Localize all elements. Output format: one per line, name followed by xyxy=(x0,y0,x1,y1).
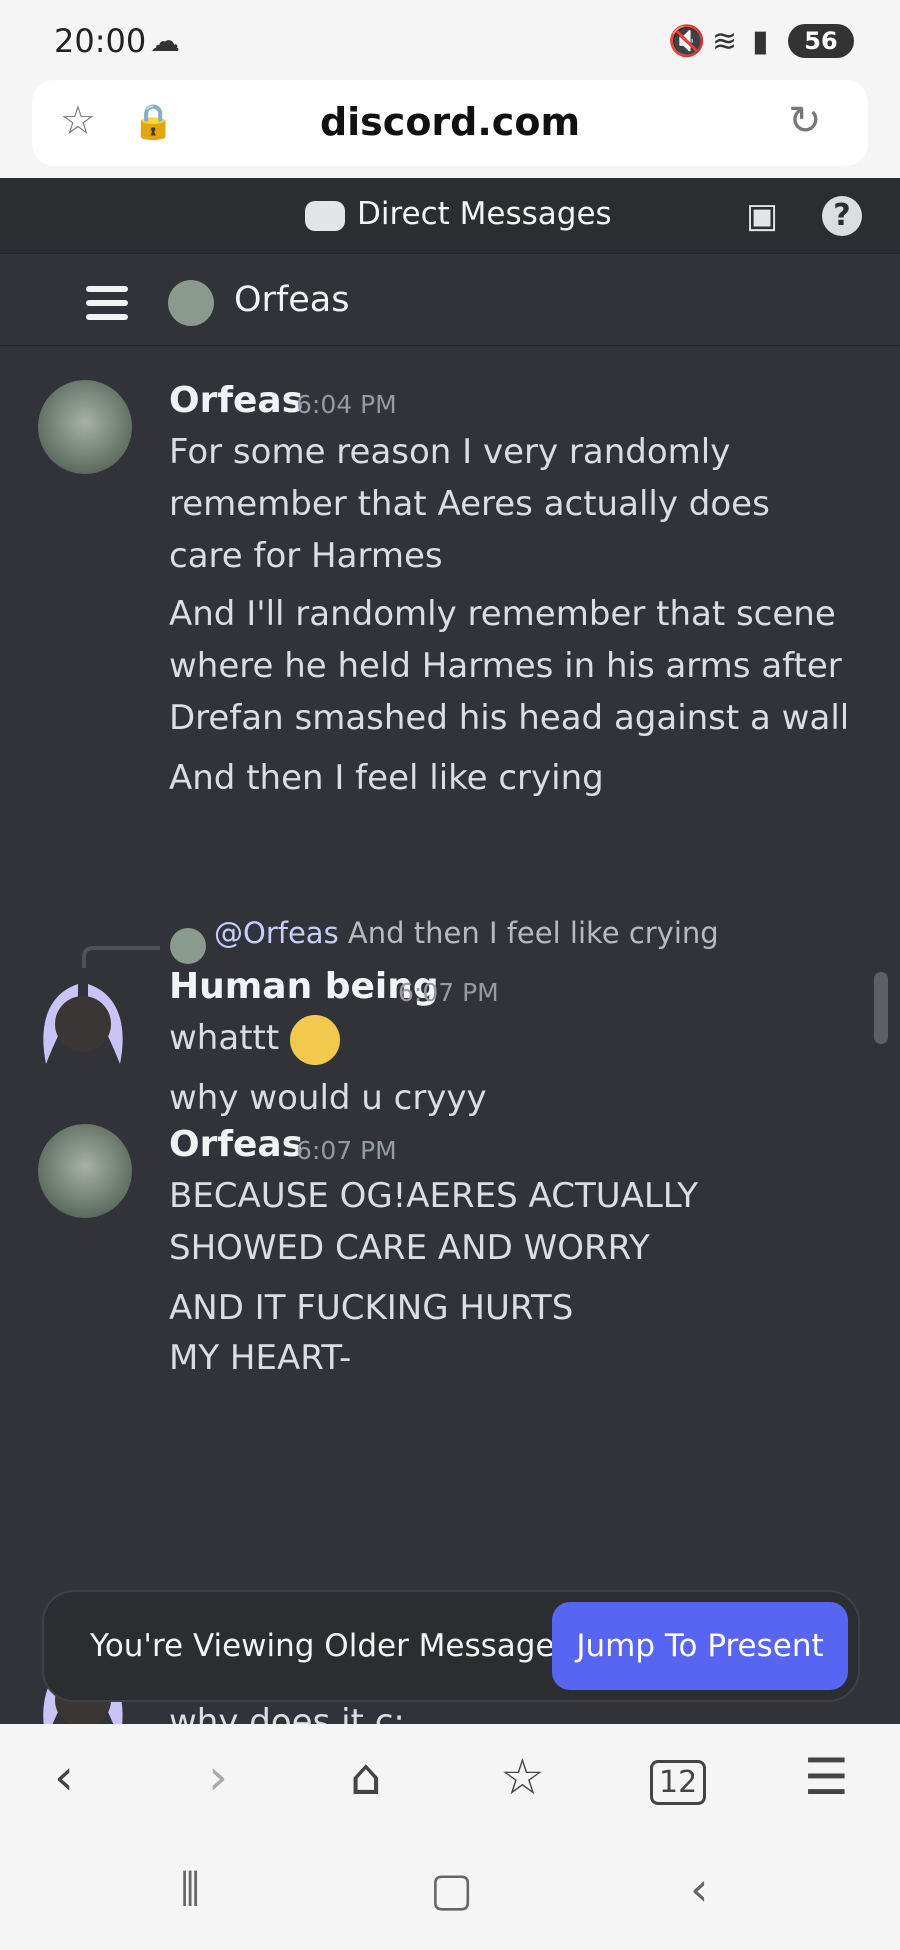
avatar[interactable] xyxy=(38,380,132,474)
older-messages-banner: You're Viewing Older Messages Jump To Pr… xyxy=(42,1590,860,1702)
message-list[interactable]: Orfeas 6:04 PM For some reason I very ra… xyxy=(0,346,900,1750)
message-line: AND IT FUCKING HURTS xyxy=(169,1288,574,1328)
message-time: 6:07 PM xyxy=(398,978,499,1007)
message-author[interactable]: Orfeas xyxy=(169,1124,303,1165)
avatar[interactable] xyxy=(38,1124,132,1218)
message-line: care for Harmes xyxy=(169,536,443,576)
pleading-face-icon xyxy=(290,1014,340,1065)
avatar[interactable] xyxy=(168,280,214,326)
reply-mention: @Orfeas xyxy=(214,916,339,950)
message-line: Drefan smashed his head against a wall xyxy=(169,698,850,738)
home-icon[interactable]: ⌂ xyxy=(350,1748,382,1806)
message-author[interactable]: Orfeas xyxy=(169,380,303,421)
message-line: And then I feel like crying xyxy=(169,758,604,798)
message-line: remember that Aeres actually does xyxy=(169,484,770,524)
bookmarks-icon[interactable]: ☆ xyxy=(500,1748,545,1806)
message-line: And I'll randomly remember that scene xyxy=(169,594,836,634)
status-bar: 20:00 ☁ 🔇 ≋ ▮ 56 xyxy=(0,0,900,80)
inbox-icon[interactable]: ▣ xyxy=(742,196,782,236)
channel-name[interactable]: Orfeas xyxy=(234,280,349,320)
message-line: where he held Harmes in his arms after xyxy=(169,646,842,686)
channel-bar: Orfeas xyxy=(0,254,900,346)
system-back-icon[interactable]: ‹ xyxy=(690,1862,708,1916)
reply-avatar xyxy=(170,928,206,964)
jump-to-present-button[interactable]: Jump To Present xyxy=(552,1602,848,1690)
scrollbar[interactable] xyxy=(874,972,888,1044)
back-icon[interactable]: ‹ xyxy=(54,1748,74,1806)
signal-icon: ▮ xyxy=(752,24,769,59)
older-messages-text: You're Viewing Older Messages xyxy=(90,1628,571,1664)
url-text[interactable]: discord.com xyxy=(32,100,868,144)
discord-icon xyxy=(305,200,345,231)
message-line: SHOWED CARE AND WORRY xyxy=(169,1228,650,1268)
status-time: 20:00 xyxy=(54,22,147,60)
reply-preview[interactable]: @Orfeas And then I feel like crying xyxy=(214,916,719,950)
message-time: 6:07 PM xyxy=(296,1136,397,1165)
avatar[interactable] xyxy=(28,964,138,1074)
message-line: why would u cryyy xyxy=(169,1078,487,1118)
message-time: 6:04 PM xyxy=(296,390,397,419)
help-icon[interactable]: ? xyxy=(822,196,862,236)
tabs-icon[interactable]: 12 xyxy=(650,1760,707,1805)
message-line: For some reason I very randomly xyxy=(169,432,731,472)
battery-indicator: 56 xyxy=(788,24,854,58)
home-button-icon[interactable]: ▢ xyxy=(430,1862,473,1916)
message-line: whattt xyxy=(169,1012,340,1065)
reply-text: And then I feel like crying xyxy=(347,916,719,950)
cloud-icon: ☁ xyxy=(150,24,180,59)
recents-icon[interactable]: ⦀ xyxy=(180,1862,200,1918)
menu-icon[interactable]: ☰ xyxy=(804,1748,849,1806)
message-line: MY HEART- xyxy=(169,1338,352,1378)
top-bar: Direct Messages ▣ ? xyxy=(0,178,900,254)
android-nav-bar: ⦀ ▢ ‹ xyxy=(0,1838,900,1950)
wifi-icon: ≋ xyxy=(712,24,738,59)
mute-icon: 🔇 xyxy=(668,24,706,59)
reload-icon[interactable]: ↻ xyxy=(788,98,822,144)
forward-icon[interactable]: › xyxy=(208,1748,228,1806)
browser-toolbar: ‹ › ⌂ ☆ 12 ☰ xyxy=(0,1724,900,1838)
message-line: BECAUSE OG!AERES ACTUALLY xyxy=(169,1176,698,1216)
discord-app: Direct Messages ▣ ? Orfeas Orfeas 6:04 P… xyxy=(0,178,900,1884)
menu-icon[interactable] xyxy=(86,286,128,320)
direct-messages-title: Direct Messages xyxy=(305,196,612,232)
address-bar[interactable]: ☆ 🔒 discord.com ↻ xyxy=(32,80,868,166)
